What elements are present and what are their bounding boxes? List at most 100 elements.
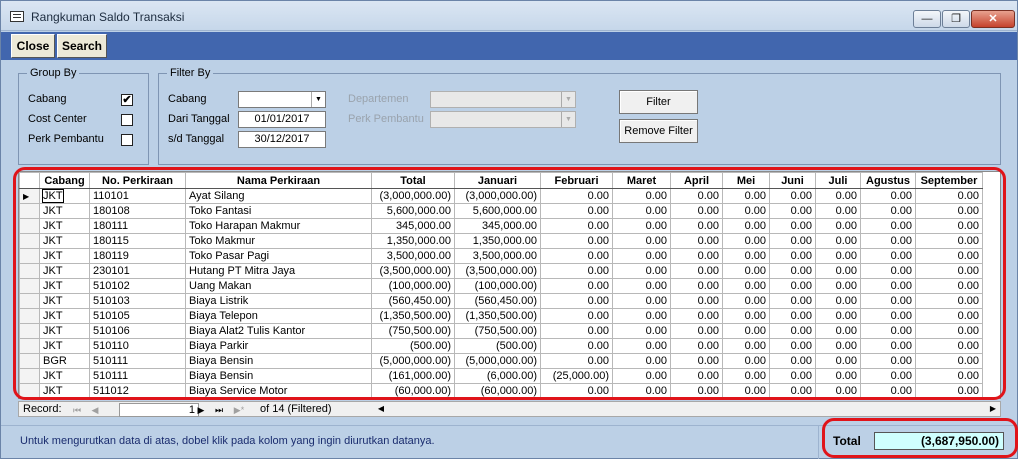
table-cell[interactable]: (560,450.00) xyxy=(454,293,541,309)
table-cell[interactable]: BGR xyxy=(39,353,90,369)
row-selector[interactable] xyxy=(19,383,40,398)
table-cell[interactable]: 510105 xyxy=(89,308,186,324)
table-cell[interactable]: 3,500,000.00 xyxy=(371,248,455,264)
table-cell[interactable]: 0.00 xyxy=(860,233,916,249)
sd-tanggal-input[interactable]: 30/12/2017 xyxy=(238,131,326,148)
table-cell[interactable]: 0.00 xyxy=(540,353,613,369)
table-cell[interactable]: 0.00 xyxy=(815,323,861,339)
current-cell-value[interactable]: JKT xyxy=(42,189,64,203)
table-cell[interactable]: 0.00 xyxy=(815,368,861,384)
table-cell[interactable]: 1,350,000.00 xyxy=(454,233,541,249)
table-cell[interactable]: 0.00 xyxy=(612,218,671,234)
table-cell[interactable]: 345,000.00 xyxy=(454,218,541,234)
table-cell[interactable]: 0.00 xyxy=(769,233,816,249)
table-row[interactable]: JKT 510102 Uang Makan (100,000.00) (100,000.… xyxy=(19,278,983,294)
table-cell[interactable]: 0.00 xyxy=(670,248,723,264)
table-cell[interactable]: 0.00 xyxy=(815,203,861,219)
table-cell[interactable]: 0.00 xyxy=(915,383,983,398)
table-cell[interactable]: 0.00 xyxy=(815,308,861,324)
table-cell[interactable]: 0.00 xyxy=(670,188,723,204)
table-cell[interactable]: 0.00 xyxy=(769,248,816,264)
table-cell[interactable]: 0.00 xyxy=(815,383,861,398)
table-cell[interactable]: 0.00 xyxy=(860,323,916,339)
table-cell[interactable]: 0.00 xyxy=(815,233,861,249)
horizontal-scrollbar[interactable]: ◀ ▶ xyxy=(374,402,1000,416)
table-cell[interactable]: 0.00 xyxy=(915,233,983,249)
column-header[interactable]: Januari xyxy=(454,172,541,189)
table-cell[interactable]: 0.00 xyxy=(612,293,671,309)
table-cell[interactable]: 0.00 xyxy=(670,263,723,279)
table-cell[interactable]: 0.00 xyxy=(722,293,770,309)
table-cell[interactable]: Toko Fantasi xyxy=(185,203,372,219)
table-cell[interactable]: (3,500,000.00) xyxy=(454,263,541,279)
table-cell[interactable]: Biaya Service Motor xyxy=(185,383,372,398)
table-cell[interactable]: 510102 xyxy=(89,278,186,294)
column-header[interactable]: Total xyxy=(371,172,455,189)
table-cell[interactable]: 0.00 xyxy=(722,263,770,279)
table-row[interactable]: JKT 180108 Toko Fantasi 5,600,000.00 5,600,0… xyxy=(19,203,983,219)
table-cell[interactable]: Ayat Silang xyxy=(185,188,372,204)
table-cell[interactable]: 180115 xyxy=(89,233,186,249)
table-cell[interactable]: JKT xyxy=(39,248,90,264)
table-cell[interactable]: 0.00 xyxy=(769,323,816,339)
table-cell[interactable]: Biaya Alat2 Tulis Kantor xyxy=(185,323,372,339)
table-cell[interactable]: 0.00 xyxy=(612,308,671,324)
row-selector[interactable] xyxy=(19,293,40,309)
table-cell[interactable]: JKT xyxy=(39,383,90,398)
table-cell[interactable]: 0.00 xyxy=(915,218,983,234)
row-selector[interactable] xyxy=(19,338,40,354)
table-cell[interactable]: 0.00 xyxy=(670,218,723,234)
table-cell[interactable]: 5,600,000.00 xyxy=(454,203,541,219)
table-cell[interactable]: 510110 xyxy=(89,338,186,354)
table-cell[interactable]: (3,000,000.00) xyxy=(371,188,455,204)
table-cell[interactable]: 0.00 xyxy=(860,218,916,234)
row-selector[interactable] xyxy=(19,218,40,234)
table-cell[interactable]: (500.00) xyxy=(371,338,455,354)
table-cell[interactable]: 0.00 xyxy=(670,368,723,384)
table-cell[interactable]: Biaya Parkir xyxy=(185,338,372,354)
table-cell[interactable]: (560,450.00) xyxy=(371,293,455,309)
table-cell[interactable]: 0.00 xyxy=(540,203,613,219)
table-cell[interactable]: 0.00 xyxy=(722,323,770,339)
table-cell[interactable]: 0.00 xyxy=(860,293,916,309)
table-cell[interactable]: 0.00 xyxy=(612,188,671,204)
table-cell[interactable]: 0.00 xyxy=(612,233,671,249)
table-cell[interactable]: 0.00 xyxy=(769,383,816,398)
table-cell[interactable]: 0.00 xyxy=(722,248,770,264)
column-header[interactable]: Cabang xyxy=(39,172,90,189)
table-cell[interactable]: 0.00 xyxy=(860,188,916,204)
column-header[interactable]: Agustus xyxy=(860,172,916,189)
table-cell[interactable]: JKT xyxy=(39,203,90,219)
table-cell[interactable]: 511012 xyxy=(89,383,186,398)
table-cell[interactable]: 0.00 xyxy=(540,263,613,279)
table-cell[interactable]: 510106 xyxy=(89,323,186,339)
table-cell[interactable]: 0.00 xyxy=(722,308,770,324)
row-selector[interactable] xyxy=(19,278,40,294)
table-cell[interactable]: 510111 xyxy=(89,353,186,369)
table-row[interactable]: JKT 180111 Toko Harapan Makmur 345,000.00 34… xyxy=(19,218,983,234)
table-cell[interactable]: (5,000,000.00) xyxy=(454,353,541,369)
table-cell[interactable]: 0.00 xyxy=(815,353,861,369)
table-row[interactable]: JKT 510106 Biaya Alat2 Tulis Kantor (750,50… xyxy=(19,323,983,339)
table-cell[interactable]: 180108 xyxy=(89,203,186,219)
table-cell[interactable]: 0.00 xyxy=(915,188,983,204)
column-header[interactable]: Nama Perkiraan xyxy=(185,172,372,189)
table-cell[interactable]: 0.00 xyxy=(670,233,723,249)
table-cell[interactable]: 0.00 xyxy=(612,353,671,369)
table-cell[interactable]: 0.00 xyxy=(722,368,770,384)
last-record-icon[interactable]: ⏭ xyxy=(211,403,227,417)
table-cell[interactable]: 0.00 xyxy=(612,338,671,354)
scroll-left-icon[interactable]: ◀ xyxy=(374,402,388,416)
table-row[interactable]: JKT 510103 Biaya Listrik (560,450.00) (560,4… xyxy=(19,293,983,309)
table-cell[interactable]: 0.00 xyxy=(860,263,916,279)
prev-record-icon[interactable]: ◀ xyxy=(87,403,103,417)
table-cell[interactable]: 0.00 xyxy=(612,278,671,294)
table-cell[interactable]: 0.00 xyxy=(815,338,861,354)
table-cell[interactable]: 0.00 xyxy=(722,353,770,369)
table-cell[interactable]: Biaya Listrik xyxy=(185,293,372,309)
row-selector[interactable] xyxy=(19,368,40,384)
table-cell[interactable]: 0.00 xyxy=(612,248,671,264)
table-cell[interactable]: 3,500,000.00 xyxy=(454,248,541,264)
table-cell[interactable]: 0.00 xyxy=(670,383,723,398)
table-cell[interactable]: 0.00 xyxy=(815,293,861,309)
